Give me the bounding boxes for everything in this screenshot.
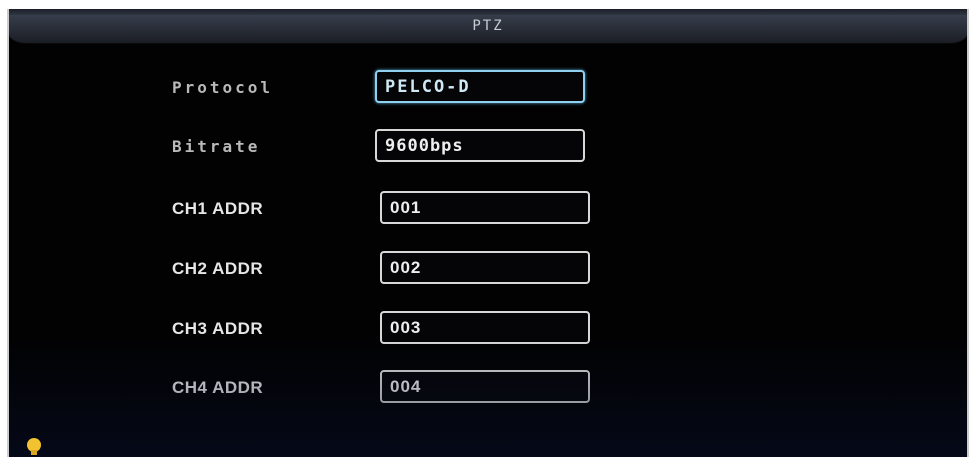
title-bar: PTZ <box>9 9 967 44</box>
ch2-addr-field[interactable]: 002 <box>380 251 590 284</box>
ch3-addr-row: CH3 ADDR 003 <box>9 311 967 345</box>
ch1-addr-label: CH1 ADDR <box>172 199 264 218</box>
ch4-addr-row: CH4 ADDR 004 <box>9 370 967 404</box>
bitrate-row: Bitrate 9600bps <box>9 129 967 163</box>
ch4-addr-field[interactable]: 004 <box>380 370 590 403</box>
ch1-addr-row: CH1 ADDR 001 <box>9 191 967 225</box>
bitrate-label: Bitrate <box>172 137 261 156</box>
bitrate-field[interactable]: 9600bps <box>375 129 585 162</box>
protocol-row: Protocol PELCO-D <box>9 70 967 104</box>
lightbulb-icon <box>27 438 41 455</box>
protocol-field[interactable]: PELCO-D <box>375 70 585 103</box>
ch4-addr-label: CH4 ADDR <box>172 378 264 397</box>
ch3-addr-label: CH3 ADDR <box>172 319 264 338</box>
ch2-addr-row: CH2 ADDR 002 <box>9 251 967 285</box>
page-title: PTZ <box>472 18 504 34</box>
dvr-screen: PTZ Protocol PELCO-D Bitrate 9600bps CH1… <box>7 9 969 457</box>
ch1-addr-field[interactable]: 001 <box>380 191 590 224</box>
ch2-addr-label: CH2 ADDR <box>172 259 264 278</box>
ch3-addr-field[interactable]: 003 <box>380 311 590 344</box>
protocol-label: Protocol <box>172 78 274 97</box>
title-bar-rim <box>9 9 967 15</box>
